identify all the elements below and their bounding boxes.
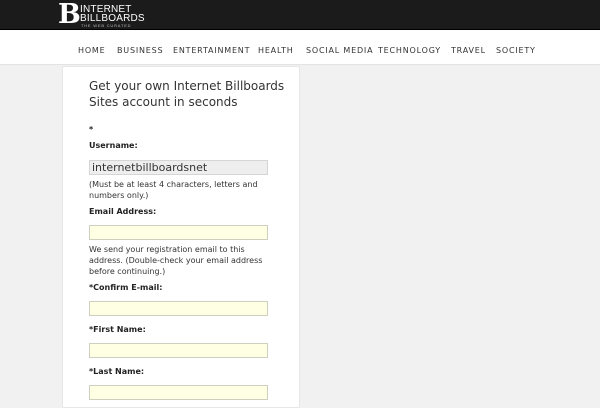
last-name-label: *Last Name: [89,367,145,376]
main-nav: Home Business Entertainment Health Socia… [0,30,600,65]
confirm-email-input[interactable] [89,301,268,316]
nav-item-entertainment[interactable]: Entertainment [173,46,250,55]
username-hint: (Must be at least 4 characters, letters … [89,180,258,200]
email-hint: We send your registration email to this … [89,245,263,276]
nav-item-society[interactable]: Society [496,46,536,55]
logo-b-mark: B [58,0,81,30]
confirm-email-label: *Confirm E-mail: [89,283,163,292]
nav-item-travel[interactable]: Travel [451,46,486,55]
logo-tagline: THE WEB CURATED [81,23,132,28]
nav-item-home[interactable]: Home [78,46,105,55]
first-name-input[interactable] [89,343,268,358]
nav-item-social-media[interactable]: Social Media [306,46,373,55]
site-header: B INTERNET BILLBOARDS THE WEB CURATED [0,0,600,30]
signup-heading: Get your own Internet Billboards Sites a… [89,79,285,109]
nav-item-business[interactable]: Business [117,46,163,55]
required-marker: * [89,125,94,134]
nav-item-health[interactable]: Health [258,46,294,55]
email-label: Email Address: [89,207,157,216]
username-label: Username: [89,141,138,150]
first-name-label: *First Name: [89,325,146,334]
last-name-input[interactable] [89,385,268,400]
site-logo[interactable]: B INTERNET BILLBOARDS THE WEB CURATED [58,0,168,30]
username-input[interactable] [89,160,268,175]
nav-item-technology[interactable]: Technology [378,46,441,55]
email-input[interactable] [89,225,268,240]
